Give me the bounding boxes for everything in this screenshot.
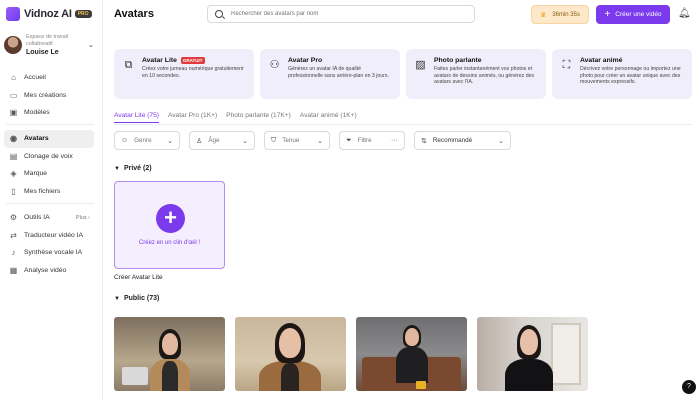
divider bbox=[114, 124, 692, 125]
tools-icon: ⚙ bbox=[9, 213, 18, 223]
page-title: Avatars bbox=[114, 8, 154, 20]
template-icon: ▣ bbox=[9, 108, 18, 118]
app-name: Vidnoz AI bbox=[24, 8, 72, 20]
translate-icon: ⇄ bbox=[10, 230, 17, 240]
more-filter[interactable]: ⏷ Filtre ··· bbox=[339, 131, 405, 150]
free-badge: GRATUIT bbox=[180, 57, 205, 64]
chevron-down-icon: ⌄ bbox=[498, 137, 504, 145]
genre-filter[interactable]: ☺ Genre ⌄ bbox=[114, 131, 180, 150]
asset-nav: ◉ Avatars ▤ Clonage de voix ◈ Marque ▯ M… bbox=[4, 130, 94, 200]
plus-icon: + bbox=[604, 8, 611, 20]
user-name: Louise Le bbox=[26, 49, 59, 56]
bell-icon[interactable]: 🔔︎ bbox=[678, 8, 691, 20]
avatar-pro-icon: ⚇ bbox=[269, 59, 280, 71]
chevron-down-icon[interactable]: ⌄ bbox=[88, 41, 94, 49]
logo-icon bbox=[6, 7, 20, 21]
home-icon: ⌂ bbox=[11, 73, 16, 83]
search-input[interactable] bbox=[231, 11, 461, 17]
shirt-icon: ⛉ bbox=[271, 136, 277, 144]
card-photo-parlante[interactable]: ▨ Photo parlante Faites parler instantan… bbox=[406, 49, 546, 99]
avatar-thumbnail[interactable] bbox=[477, 317, 588, 391]
help-chat-button[interactable]: ? bbox=[682, 380, 696, 394]
tts-icon: ♪ bbox=[11, 248, 16, 258]
age-icon: ♙ bbox=[196, 137, 203, 145]
animated-icon: ⛶ bbox=[562, 59, 571, 71]
private-section-toggle[interactable]: ▼ Privé (2) bbox=[114, 165, 152, 172]
tab-avatar-lite[interactable]: Avatar Lite (75) bbox=[114, 112, 159, 123]
pro-badge: PRO bbox=[74, 10, 92, 18]
avatar-lite-icon: ⧉ bbox=[124, 59, 133, 71]
chevron-down-icon: ⌄ bbox=[317, 137, 323, 145]
avatar-thumbnail[interactable] bbox=[356, 317, 467, 391]
sort-icon: ⇅ bbox=[421, 137, 427, 145]
create-avatar-lite-card[interactable]: + Créez en un clin d'œil ! bbox=[114, 181, 225, 269]
sidebar-item-avatars[interactable]: ◉ Avatars bbox=[4, 130, 94, 148]
workspace-switcher[interactable]: Espace de travail collaboratif Louise Le… bbox=[4, 34, 99, 60]
avatar bbox=[4, 36, 22, 54]
avatar-thumbnail[interactable] bbox=[235, 317, 346, 391]
file-icon: ▯ bbox=[11, 186, 16, 196]
sidebar-item-accueil[interactable]: ⌂ Accueil bbox=[4, 69, 94, 87]
more-icon: ··· bbox=[391, 137, 398, 144]
more-tools-link[interactable]: Plus › bbox=[76, 215, 94, 221]
workspace-label: Espace de travail collaboratif bbox=[26, 34, 69, 47]
sort-select[interactable]: ⇅ Recommandé ⌄ bbox=[414, 131, 511, 150]
trial-timer[interactable]: ♛ 36min 35s bbox=[531, 5, 589, 24]
sidebar-item-mes-fichiers[interactable]: ▯ Mes fichiers bbox=[4, 183, 94, 201]
card-avatar-anime[interactable]: ⛶ Avatar animé Décrivez votre personnage… bbox=[552, 49, 692, 99]
sidebar-item-traducteur-video[interactable]: ⇄ Traducteur vidéo IA bbox=[4, 227, 94, 245]
tab-photo-parlante[interactable]: Photo parlante (17K+) bbox=[226, 112, 291, 123]
avatar-tabs: Avatar Lite (75) Avatar Pro (1K+) Photo … bbox=[114, 112, 366, 123]
sidebar-item-modeles[interactable]: ▣ Modèles bbox=[4, 104, 94, 122]
voice-icon: ▤ bbox=[9, 151, 18, 161]
create-avatar-caption: Créer Avatar Lite bbox=[114, 274, 163, 281]
sidebar-item-clonage-de-voix[interactable]: ▤ Clonage de voix bbox=[4, 148, 94, 166]
caret-down-icon: ▼ bbox=[114, 295, 120, 302]
age-filter[interactable]: ♙ Âge ⌄ bbox=[189, 131, 255, 150]
photo-icon: ▨ bbox=[415, 59, 426, 71]
plus-icon: + bbox=[156, 204, 185, 233]
tab-avatar-pro[interactable]: Avatar Pro (1K+) bbox=[168, 112, 217, 123]
avatar-thumbnail[interactable] bbox=[114, 317, 225, 391]
sidebar-item-analyse-video[interactable]: ▦ Analyse vidéo bbox=[4, 262, 94, 280]
divider bbox=[6, 124, 94, 125]
sidebar: Vidnoz AI PRO Espace de travail collabor… bbox=[0, 0, 103, 400]
search-icon bbox=[215, 10, 223, 18]
avatar-icon: ◉ bbox=[10, 134, 17, 144]
sidebar-item-outils-ia[interactable]: ⚙ Outils IA Plus › bbox=[4, 209, 94, 227]
gender-icon: ☺ bbox=[121, 137, 129, 144]
brand-icon: ◈ bbox=[10, 169, 17, 179]
tools-nav: ⚙ Outils IA Plus › ⇄ Traducteur vidéo IA… bbox=[4, 209, 94, 279]
chevron-down-icon: ⌄ bbox=[167, 137, 173, 145]
folder-icon: ▭ bbox=[9, 90, 18, 100]
sidebar-item-marque[interactable]: ◈ Marque bbox=[4, 165, 94, 183]
crown-icon: ♛ bbox=[540, 11, 547, 19]
funnel-icon: ⏷ bbox=[346, 136, 352, 144]
sidebar-item-mes-creations[interactable]: ▭ Mes créations bbox=[4, 87, 94, 105]
card-avatar-pro[interactable]: ⚇ Avatar Pro Générez un avatar IA de qua… bbox=[260, 49, 400, 99]
divider bbox=[6, 203, 94, 204]
main-nav: ⌂ Accueil ▭ Mes créations ▣ Modèles bbox=[4, 69, 94, 122]
card-avatar-lite[interactable]: ⧉ Avatar Lite GRATUIT Créez votre jumeau… bbox=[114, 49, 254, 99]
public-section-toggle[interactable]: ▼ Public (73) bbox=[114, 295, 159, 302]
sidebar-item-synthese-vocale[interactable]: ♪ Synthèse vocale IA bbox=[4, 244, 94, 262]
search-bar[interactable] bbox=[207, 5, 475, 23]
logo[interactable]: Vidnoz AI PRO bbox=[6, 7, 92, 21]
tab-avatar-anime[interactable]: Avatar animé (1K+) bbox=[300, 112, 357, 123]
caret-down-icon: ▼ bbox=[114, 165, 120, 172]
create-video-button[interactable]: + Créer une vidéo bbox=[596, 5, 670, 24]
chevron-down-icon: ⌄ bbox=[242, 137, 248, 145]
analysis-icon: ▦ bbox=[9, 265, 18, 275]
tenue-filter[interactable]: ⛉ Tenue ⌄ bbox=[264, 131, 330, 150]
